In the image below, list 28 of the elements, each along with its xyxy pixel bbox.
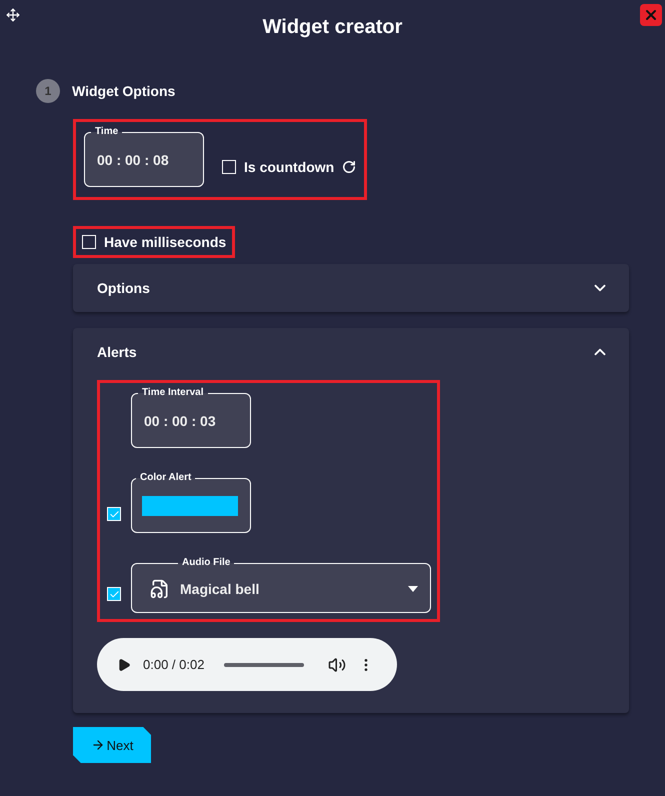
next-button[interactable]: Next xyxy=(73,727,151,763)
checkbox[interactable] xyxy=(82,235,96,249)
refresh-icon[interactable] xyxy=(342,160,356,174)
panel-header[interactable]: Options xyxy=(73,264,629,312)
audio-file-select[interactable]: Audio File Magical bell xyxy=(131,557,431,613)
step-label: Widget Options xyxy=(72,83,176,99)
check-icon xyxy=(108,588,120,600)
window-title: Widget creator xyxy=(262,16,404,39)
checkbox-label: Is countdown xyxy=(244,159,334,175)
close-button[interactable] xyxy=(640,4,662,26)
color-field[interactable]: Color Alert xyxy=(131,472,251,533)
time-field[interactable]: Time 00 : 00 : 08 xyxy=(84,126,204,187)
panel-header[interactable]: Alerts xyxy=(73,328,629,376)
caret-icon xyxy=(408,586,418,592)
time-interval-field[interactable]: Time Interval 00 : 00 : 03 xyxy=(131,387,251,448)
checkbox[interactable] xyxy=(222,160,236,174)
checkbox[interactable] xyxy=(107,587,121,601)
player-time: 0:00 / 0:02 xyxy=(143,657,204,672)
checkbox-label: Have milliseconds xyxy=(104,234,226,250)
check-icon xyxy=(108,508,120,520)
move-icon[interactable] xyxy=(6,8,20,22)
volume-icon[interactable] xyxy=(328,656,346,674)
close-icon xyxy=(643,7,659,23)
progress-track[interactable] xyxy=(224,662,304,666)
audio-file-icon xyxy=(150,578,170,598)
play-icon[interactable] xyxy=(117,658,131,672)
step-number: 1 xyxy=(36,79,60,103)
checkbox[interactable] xyxy=(107,507,121,521)
